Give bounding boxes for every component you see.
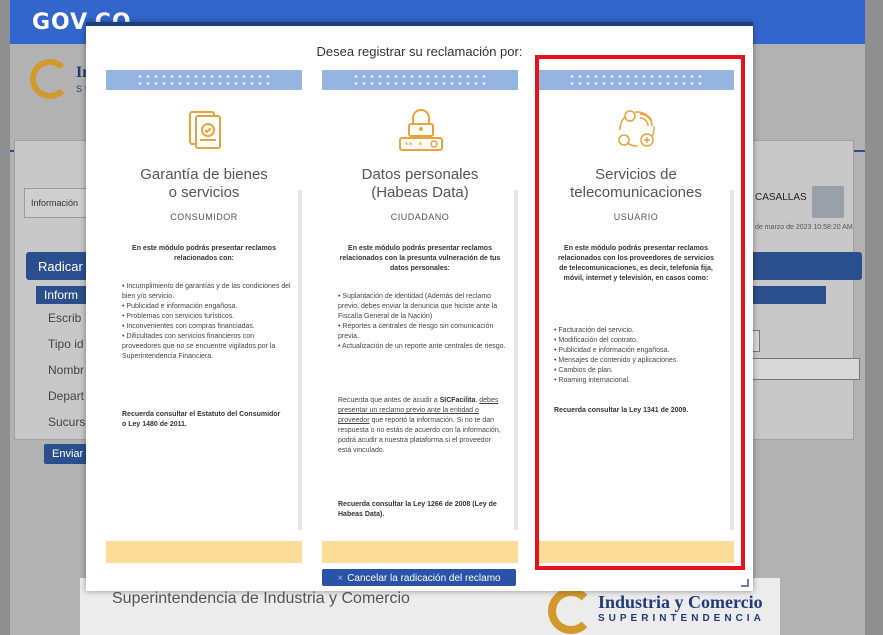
option-card-garantia[interactable]: Garantía de bienes o servicios CONSUMIDO… <box>106 70 302 563</box>
list-item: Dificultades con servicios financieros c… <box>122 332 292 362</box>
resize-handle-icon[interactable] <box>741 579 749 587</box>
card-footer-band <box>322 541 518 563</box>
form-field-label: Tipo id <box>48 337 84 351</box>
form-field-label: Sucurs <box>48 415 86 429</box>
footer-logo-text: Industria y Comercio <box>598 592 763 612</box>
cancel-label: Cancelar la radicación del reclamo <box>347 573 501 584</box>
list-item: Inconvenientes con compras financiadas. <box>122 322 292 332</box>
card-role: CIUDADANO <box>390 212 450 222</box>
document-check-icon <box>189 111 221 149</box>
card-header-band <box>322 70 518 90</box>
card-intro: En este módulo podrás presentar reclamos… <box>132 245 276 262</box>
info-tab[interactable]: Información <box>24 188 94 218</box>
card-list: Suplantación de identidad (Además del re… <box>338 292 508 352</box>
footer-logo-mark-icon <box>548 588 594 634</box>
list-item: Reportes a centrales de riesgo sin comun… <box>338 322 508 342</box>
card-list: Incumplimiento de garantías y de las con… <box>122 282 292 362</box>
footer-title: Superintendencia de Industria y Comercio <box>112 590 410 607</box>
form-field-label: Escrib <box>48 311 82 325</box>
list-item: Incumplimiento de garantías y de las con… <box>122 282 292 302</box>
footer-logo-sub: SUPERINTENDENCIA <box>598 613 765 624</box>
close-icon: × <box>337 573 344 584</box>
card-note: Recuerda que antes de acudir a SICFacili… <box>338 397 501 454</box>
card-footer-band <box>106 541 302 563</box>
enviar-button[interactable]: Enviar <box>44 444 90 464</box>
avatar[interactable] <box>812 186 844 218</box>
card-intro: En este módulo podrás presentar reclamos… <box>339 245 501 272</box>
card-title: Garantía de bienes o servicios <box>140 166 268 201</box>
user-name: CASALLAS <box>755 192 807 203</box>
highlight-box <box>535 55 745 570</box>
card-header-band <box>106 70 302 90</box>
lock-icon: ** * <box>399 109 443 151</box>
list-item: Publicidad e información engañosa. <box>122 302 292 312</box>
card-scrollbar[interactable] <box>298 190 302 530</box>
option-card-datos-personales[interactable]: ** * Datos personales (Habeas Data) CIUD… <box>322 70 518 563</box>
list-item: Problemas con servicios turísticos. <box>122 312 292 322</box>
card-reference: Recuerda consultar la Ley 1266 de 2008 (… <box>338 501 497 518</box>
list-item: Actualización de un reporte ante central… <box>338 342 508 352</box>
sic-logo-mark-icon <box>30 59 70 99</box>
card-reference: Recuerda consultar el Estatuto del Consu… <box>122 411 281 428</box>
session-date: de marzo de 2023 10:58:20 AM <box>755 224 853 231</box>
card-scrollbar[interactable] <box>514 190 518 530</box>
card-title: Datos personales (Habeas Data) <box>361 166 479 201</box>
form-field-label: Nombr <box>48 363 85 377</box>
form-field-label: Depart <box>48 389 85 403</box>
svg-text:*: * <box>418 141 423 151</box>
list-item: Suplantación de identidad (Además del re… <box>338 292 508 322</box>
cancel-reclamation-button[interactable]: × Cancelar la radicación del reclamo <box>322 569 516 586</box>
svg-text:**: ** <box>404 141 414 151</box>
card-role: CONSUMIDOR <box>170 212 238 222</box>
